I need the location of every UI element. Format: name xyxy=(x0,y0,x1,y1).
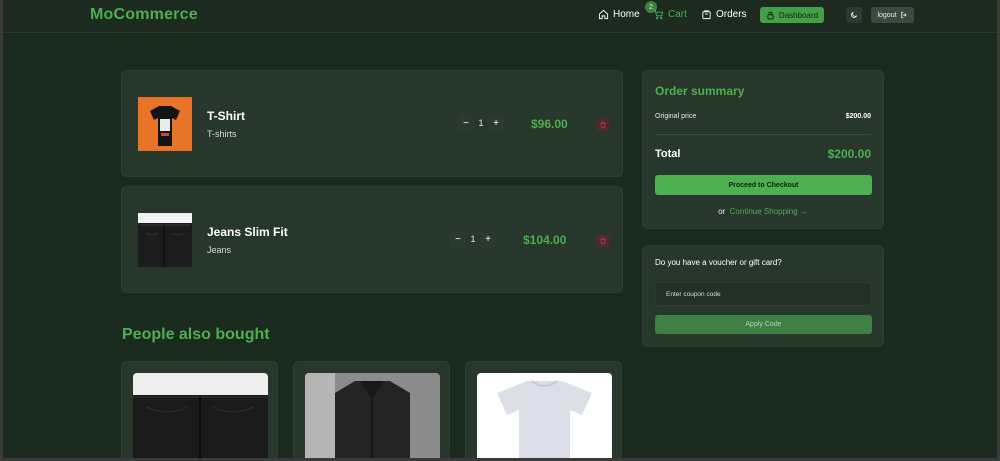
theme-toggle-button[interactable] xyxy=(846,7,862,23)
cart-item-card: Jeans Slim Fit Jeans − 1 + $104.00 xyxy=(121,186,623,293)
trash-icon xyxy=(600,237,606,245)
home-icon xyxy=(598,9,609,20)
cart-item-price: $104.00 xyxy=(523,233,567,247)
jeans-product-image[interactable] xyxy=(138,213,192,267)
brand-logo[interactable]: MoCommerce xyxy=(90,6,198,24)
white-tshirt-recommendation-image[interactable] xyxy=(477,373,612,460)
order-summary-card: Order summary Original price $200.00 Tot… xyxy=(642,70,884,229)
quantity-stepper: − 1 + xyxy=(450,231,496,247)
original-price-value: $200.00 xyxy=(845,113,871,120)
dashboard-icon xyxy=(767,11,774,19)
recommended-product-card[interactable] xyxy=(465,361,622,461)
nav-home-label: Home xyxy=(613,9,640,20)
logout-icon xyxy=(900,11,907,19)
continue-shopping-link[interactable]: Continue Shopping → xyxy=(730,207,808,216)
quantity-stepper: − 1 + xyxy=(458,115,504,131)
cart-icon xyxy=(653,9,664,20)
nav-cart[interactable]: Cart xyxy=(653,9,687,20)
quantity-value: 1 xyxy=(478,118,484,128)
decrease-quantity-button[interactable]: − xyxy=(450,231,466,247)
jeans-recommendation-image[interactable] xyxy=(133,373,268,460)
remove-item-button[interactable] xyxy=(596,235,610,247)
nav-home[interactable]: Home xyxy=(598,9,640,20)
logout-button[interactable]: logout xyxy=(871,7,914,23)
proceed-to-checkout-button[interactable]: Proceed to Checkout xyxy=(655,175,872,195)
trash-icon xyxy=(600,121,606,129)
cart-item-card: T-Shirt T-shirts − 1 + $96.00 xyxy=(121,70,623,177)
orders-icon xyxy=(702,10,711,20)
cart-item-category: T-shirts xyxy=(207,129,237,139)
dashboard-button[interactable]: Dashboard xyxy=(760,7,824,23)
logout-button-label: logout xyxy=(877,11,897,19)
or-text: or xyxy=(718,207,726,216)
summary-divider xyxy=(655,134,871,135)
jacket-recommendation-image[interactable] xyxy=(305,373,440,460)
total-label: Total xyxy=(655,148,681,160)
order-summary-title: Order summary xyxy=(655,84,745,98)
recommended-product-card[interactable] xyxy=(121,361,278,461)
apply-code-button[interactable]: Apply Code xyxy=(655,315,872,334)
voucher-card: Do you have a voucher or gift card? Ente… xyxy=(642,245,884,347)
moon-icon xyxy=(851,11,858,18)
continue-shopping-row: or Continue Shopping → xyxy=(643,207,883,216)
cart-item-name: T-Shirt xyxy=(207,109,245,123)
increase-quantity-button[interactable]: + xyxy=(488,115,504,131)
original-price-label: Original price xyxy=(655,113,697,120)
recommended-product-card[interactable] xyxy=(293,361,450,461)
decrease-quantity-button[interactable]: − xyxy=(458,115,474,131)
voucher-title: Do you have a voucher or gift card? xyxy=(655,258,782,267)
cart-item-name: Jeans Slim Fit xyxy=(207,225,288,239)
increase-quantity-button[interactable]: + xyxy=(480,231,496,247)
remove-item-button[interactable] xyxy=(596,119,610,131)
coupon-code-input[interactable]: Enter coupon code xyxy=(655,282,872,306)
tshirt-product-image[interactable] xyxy=(138,97,192,151)
nav-orders-label: Orders xyxy=(716,9,747,20)
cart-item-price: $96.00 xyxy=(531,117,568,131)
dashboard-button-label: Dashboard xyxy=(778,10,819,20)
nav-cart-label: Cart xyxy=(668,9,687,20)
recommendations-title: People also bought xyxy=(122,326,270,343)
nav-orders[interactable]: Orders xyxy=(701,9,747,20)
cart-item-category: Jeans xyxy=(207,245,232,255)
quantity-value: 1 xyxy=(470,234,476,244)
top-navbar: MoCommerce Home 2 Cart Orders Dashboard … xyxy=(0,0,1000,33)
total-value: $200.00 xyxy=(827,147,871,161)
